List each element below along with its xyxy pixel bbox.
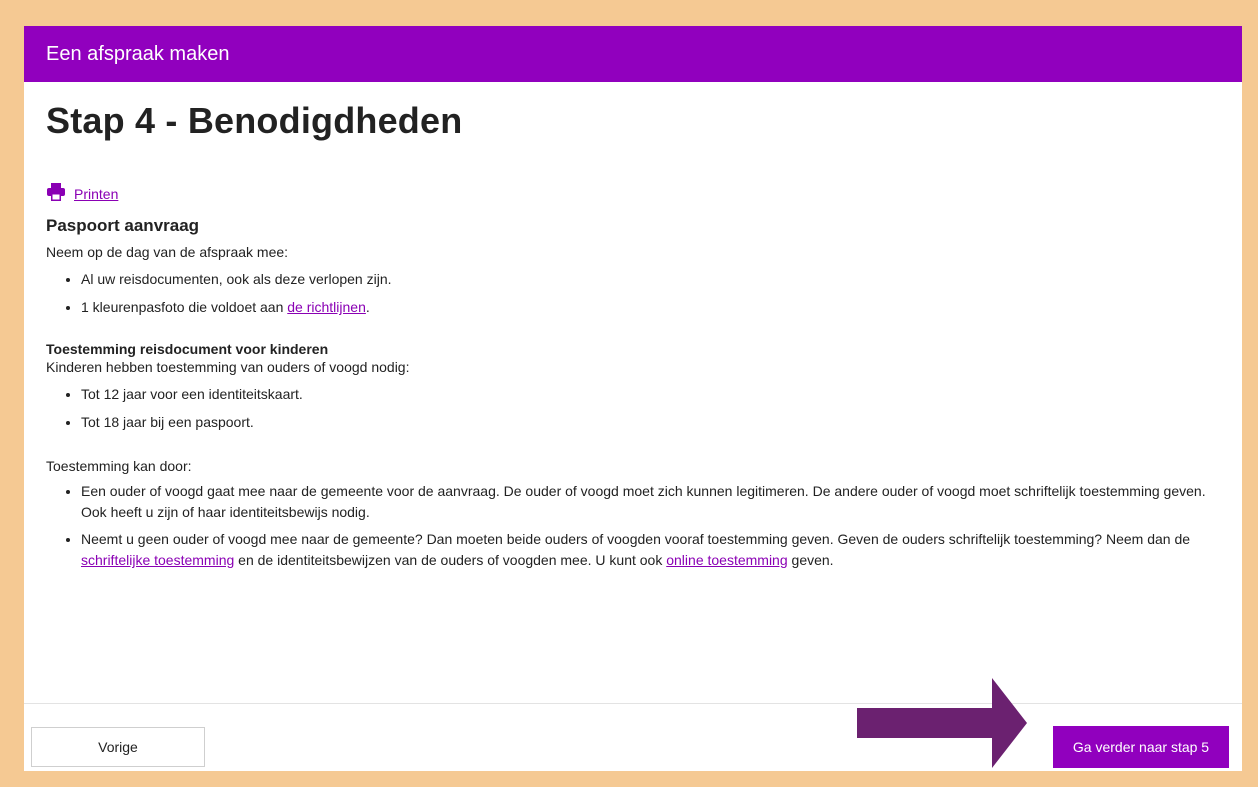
top-bar: Een afspraak maken xyxy=(24,26,1242,82)
consent-heading: Toestemming reisdocument voor kinderen xyxy=(46,341,329,357)
printer-icon[interactable] xyxy=(46,182,66,206)
print-row: Printen xyxy=(46,182,1220,206)
guidelines-link[interactable]: de richtlijnen xyxy=(287,299,366,315)
written-consent-link[interactable]: schriftelijke toestemming xyxy=(81,552,234,568)
top-bar-title: Een afspraak maken xyxy=(46,42,230,65)
online-consent-link[interactable]: online toestemming xyxy=(666,552,787,568)
list-item: Een ouder of voogd gaat mee naar de geme… xyxy=(81,481,1220,523)
consent-how-list: Een ouder of voogd gaat mee naar de geme… xyxy=(46,481,1220,571)
list-item: Al uw reisdocumenten, ook als deze verlo… xyxy=(81,267,1220,291)
page-title: Stap 4 - Benodigdheden xyxy=(46,100,463,141)
arrow-pointer-icon xyxy=(857,678,1027,768)
list-item: Tot 12 jaar voor een identiteitskaart. xyxy=(81,382,1220,406)
consent-intro: Kinderen hebben toestemming van ouders o… xyxy=(46,359,410,375)
passport-heading: Paspoort aanvraag xyxy=(46,216,200,235)
previous-button[interactable]: Vorige xyxy=(31,727,205,767)
consent-how-intro: Toestemming kan door: xyxy=(46,458,192,474)
main-content: Stap 4 - Benodigdheden Printen Paspoort … xyxy=(24,100,1242,571)
print-link[interactable]: Printen xyxy=(74,186,118,202)
list-item: 1 kleurenpasfoto die voldoet aan de rich… xyxy=(81,295,1220,319)
passport-intro: Neem op de dag van de afspraak mee: xyxy=(46,244,289,260)
list-item: Tot 18 jaar bij een paspoort. xyxy=(81,410,1220,434)
appointment-panel: Een afspraak maken Stap 4 - Benodigdhede… xyxy=(24,26,1242,771)
next-step-button[interactable]: Ga verder naar stap 5 xyxy=(1053,726,1229,768)
footer-bar: Vorige Ga verder naar stap 5 xyxy=(24,703,1242,771)
list-item: Neemt u geen ouder of voogd mee naar de … xyxy=(81,529,1220,571)
passport-list: Al uw reisdocumenten, ook als deze verlo… xyxy=(46,267,1220,319)
consent-age-list: Tot 12 jaar voor een identiteitskaart. T… xyxy=(46,382,1220,434)
